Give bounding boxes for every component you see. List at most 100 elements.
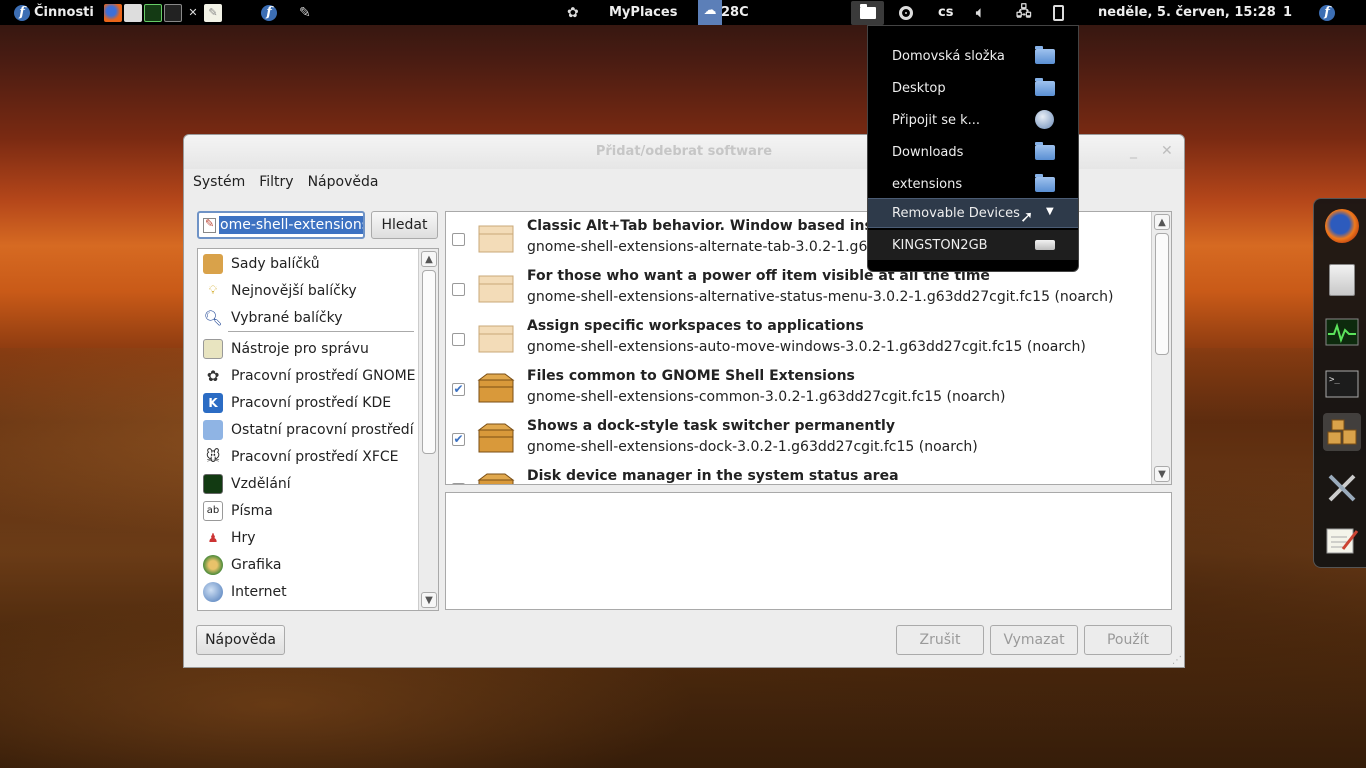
- svg-text:>_: >_: [1329, 375, 1340, 385]
- package-row[interactable]: ✔ Files common to GNOME Shell Extensions…: [446, 362, 1146, 412]
- admin-tools-icon: [203, 338, 223, 359]
- group-item[interactable]: Vzdělání: [198, 470, 418, 497]
- pen-launcher-icon[interactable]: ✎: [299, 0, 311, 25]
- place-extensions[interactable]: extensions: [868, 169, 1078, 199]
- activities-button[interactable]: f Činnosti: [14, 0, 94, 25]
- weather-indicator[interactable]: ☁ 28C: [698, 0, 749, 25]
- media-indicator[interactable]: [899, 0, 913, 25]
- terminal-launcher-icon[interactable]: [164, 3, 182, 22]
- menu-filters[interactable]: Filtry: [250, 171, 293, 193]
- installed-package-box-icon: [477, 373, 515, 403]
- places-folder-button[interactable]: [851, 0, 884, 25]
- place-home-folder[interactable]: Domovská složka: [868, 41, 1078, 71]
- education-monitor-icon: [203, 473, 223, 494]
- tools-launcher-icon[interactable]: ✕: [184, 4, 202, 22]
- device-kingston[interactable]: KINGSTON2GB: [868, 230, 1078, 260]
- group-item[interactable]: Ostatní pracovní prostředí: [198, 416, 418, 443]
- package-row[interactable]: Assign specific workspaces to applicatio…: [446, 312, 1146, 362]
- cancel-button[interactable]: Zrušit: [896, 625, 984, 655]
- minimize-icon[interactable]: _: [1130, 143, 1137, 159]
- group-label: Sady balíčků: [231, 255, 320, 272]
- package-checkbox[interactable]: [452, 483, 465, 484]
- text-editor-launcher-icon[interactable]: ✎: [204, 3, 222, 22]
- apply-button[interactable]: Použít: [1084, 625, 1172, 655]
- group-item[interactable]: K Pracovní prostředí KDE: [198, 389, 418, 416]
- dash-file-cabinet[interactable]: [1323, 261, 1361, 299]
- text-editor-icon: [1326, 528, 1359, 554]
- dash-system-monitor[interactable]: [1323, 313, 1361, 351]
- place-connect-to-server[interactable]: Připojit se k...: [868, 105, 1078, 135]
- package-collection-icon: [203, 253, 223, 274]
- dash-terminal[interactable]: >_: [1323, 365, 1361, 403]
- lightbulb-icon: 💡︎: [208, 283, 218, 297]
- downloads-folder-icon: [1035, 142, 1055, 160]
- package-checkbox[interactable]: [452, 283, 465, 296]
- clear-button[interactable]: Vymazat: [990, 625, 1078, 655]
- workspace-indicator[interactable]: 1: [1283, 0, 1292, 25]
- help-button[interactable]: Nápověda: [196, 625, 285, 655]
- group-item[interactable]: ab Písma: [198, 497, 418, 524]
- package-checkbox[interactable]: [452, 233, 465, 246]
- scroll-thumb[interactable]: [1155, 233, 1169, 355]
- myplaces-label[interactable]: MyPlaces: [609, 0, 677, 25]
- battery-indicator[interactable]: [1053, 0, 1064, 25]
- group-label: Grafika: [231, 556, 282, 573]
- package-row[interactable]: ✔ Shows a dock-style task switcher perma…: [446, 412, 1146, 462]
- package-checkbox-checked[interactable]: ✔: [452, 433, 465, 446]
- close-icon[interactable]: ✕: [1161, 143, 1173, 159]
- menu-help[interactable]: Nápověda: [299, 171, 379, 193]
- network-icon[interactable]: 🖧︎: [1016, 0, 1032, 25]
- dash-tools[interactable]: [1323, 469, 1361, 507]
- dash-text-editor[interactable]: [1323, 521, 1361, 559]
- usb-drive-icon: [1035, 240, 1055, 257]
- games-icon: ♟: [207, 530, 219, 545]
- group-label: Hry: [231, 529, 256, 546]
- scroll-up-icon[interactable]: ▲: [1154, 214, 1170, 230]
- file-cabinet-launcher-icon[interactable]: [124, 3, 142, 22]
- places-menu: Domovská složka Desktop Připojit se k...…: [867, 25, 1079, 272]
- group-item[interactable]: Sady balíčků: [198, 250, 418, 277]
- group-item[interactable]: 🐭︎ Pracovní prostředí XFCE: [198, 443, 418, 470]
- group-item[interactable]: ✿ Pracovní prostředí GNOME: [198, 362, 418, 389]
- package-summary: Files common to GNOME Shell Extensions: [527, 368, 855, 384]
- text-entry-icon: [203, 217, 216, 233]
- gnome-foot-icon[interactable]: ✿: [567, 0, 579, 25]
- menu-system[interactable]: Systém: [184, 171, 245, 193]
- group-item[interactable]: ♟ Hry: [198, 524, 418, 551]
- place-downloads[interactable]: Downloads: [868, 137, 1078, 167]
- fedora-menu[interactable]: f: [1319, 0, 1335, 25]
- group-item[interactable]: Nástroje pro správu: [198, 335, 418, 362]
- dash-firefox[interactable]: [1323, 207, 1361, 245]
- terminal-icon: >_: [1325, 370, 1359, 398]
- clock[interactable]: neděle, 5. červen, 15:28: [1098, 0, 1276, 25]
- volume-icon[interactable]: 🔈︎: [976, 0, 984, 25]
- mouse-cursor-icon: ➚: [1020, 207, 1034, 226]
- keyboard-layout-indicator[interactable]: cs: [938, 0, 953, 25]
- removable-devices-label: Removable Devices: [892, 206, 1020, 221]
- resize-grip-icon[interactable]: ⋰: [1172, 655, 1182, 666]
- dash-package-installer[interactable]: [1323, 413, 1361, 451]
- group-item[interactable]: 💡︎ Nejnovější balíčky: [198, 277, 418, 304]
- package-checkbox-checked[interactable]: ✔: [452, 383, 465, 396]
- scroll-up-icon[interactable]: ▲: [421, 251, 437, 267]
- group-item[interactable]: Grafika: [198, 551, 418, 578]
- scroll-down-icon[interactable]: ▼: [421, 592, 437, 608]
- package-checkbox[interactable]: [452, 333, 465, 346]
- fedora-launcher[interactable]: f: [261, 0, 277, 25]
- system-monitor-launcher-icon[interactable]: [144, 3, 162, 22]
- search-button[interactable]: Hledat: [371, 211, 438, 239]
- desktop-icon: [203, 419, 223, 440]
- package-list-scrollbar[interactable]: ▲ ▼: [1151, 212, 1171, 484]
- graphics-palette-icon: [203, 554, 223, 575]
- package-summary: Shows a dock-style task switcher permane…: [527, 418, 895, 434]
- package-row[interactable]: Disk device manager in the system status…: [446, 462, 1146, 484]
- group-item[interactable]: Internet: [198, 578, 418, 605]
- place-desktop[interactable]: Desktop: [868, 73, 1078, 103]
- group-item[interactable]: 🔍︎ Vybrané balíčky: [198, 304, 418, 331]
- search-input[interactable]: ome-shell-extensions: [197, 211, 365, 239]
- scroll-thumb[interactable]: [422, 270, 436, 454]
- firefox-launcher-icon[interactable]: [104, 3, 122, 22]
- scroll-down-icon[interactable]: ▼: [1154, 466, 1170, 482]
- removable-devices-item[interactable]: Removable Devices ▼ ➚: [868, 198, 1078, 228]
- group-list-scrollbar[interactable]: ▲ ▼: [418, 249, 438, 610]
